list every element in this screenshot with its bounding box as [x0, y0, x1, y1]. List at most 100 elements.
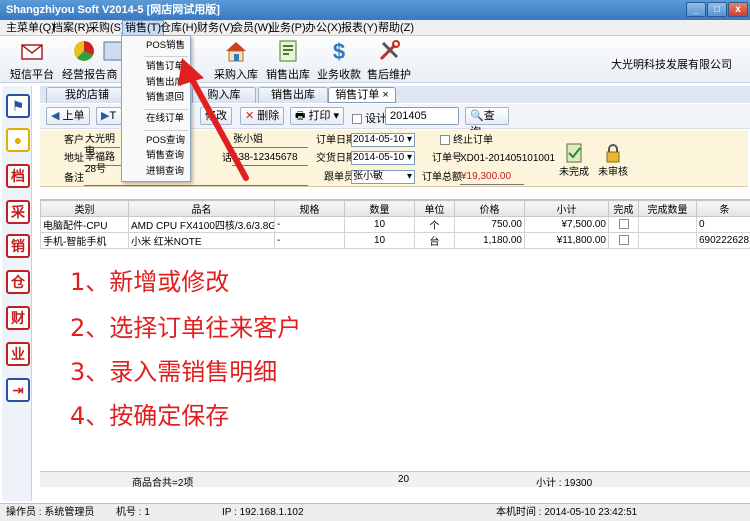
close-window-button[interactable]: x — [728, 2, 748, 17]
col-qty[interactable]: 数量 — [344, 200, 415, 217]
col-spec[interactable]: 规格 — [274, 200, 345, 217]
stop-order-checkbox[interactable] — [440, 135, 450, 146]
done-checkbox[interactable] — [618, 235, 629, 246]
delete-x-icon: ✕ — [245, 110, 255, 122]
sales-icon[interactable]: 销 — [6, 234, 30, 258]
sms-platform-button[interactable]: 短信平台 — [4, 38, 60, 82]
sales-outbound-button[interactable]: 销售出库 — [260, 38, 316, 82]
tools-icon — [379, 40, 400, 61]
menu-item-online-order[interactable]: 在线订单 — [146, 113, 184, 125]
menu-item-pos-query[interactable]: POS查询 — [146, 135, 185, 147]
remark-label: 备注 — [64, 173, 84, 184]
sales-dropdown-menu: POS销售 销售订单 销售出库 销售退回 在线订单 POS查询 销售查询 进销查… — [121, 35, 191, 182]
menu-separator — [144, 109, 188, 110]
print-button[interactable]: 🖶 打印 ▾ — [290, 107, 345, 125]
maker-select[interactable]: 张小敏 ▾ — [351, 170, 415, 184]
search-button[interactable]: 🔍查询 — [465, 107, 509, 138]
close-tab-icon[interactable]: × — [382, 89, 388, 101]
prev-record-button[interactable]: ◀ 上单 — [46, 107, 90, 125]
qty-total: 20 — [398, 474, 410, 485]
order-no-value: XD01-201405101001 — [460, 153, 556, 164]
exit-icon[interactable]: ⇥ — [6, 378, 30, 402]
finance-icon[interactable]: 财 — [6, 306, 30, 330]
col-name[interactable]: 品名 — [128, 200, 275, 217]
total-label: 订单总额 — [422, 172, 462, 183]
flag-icon[interactable]: ⚑ — [6, 94, 30, 118]
archive-icon[interactable]: 档 — [6, 164, 30, 188]
menu-item-pos-sales[interactable]: POS销售 — [146, 40, 185, 52]
col-category[interactable]: 类别 — [40, 200, 129, 217]
menu-item-sales-outbound[interactable]: 销售出库 — [146, 77, 184, 89]
done-checkbox[interactable] — [618, 219, 629, 230]
menu-item-sales-return[interactable]: 销售退回 — [146, 92, 184, 104]
subtotal-total: 小计 : 19300 — [536, 478, 593, 489]
after-sales-button[interactable]: 售后维护 — [361, 38, 417, 82]
unfinished-status[interactable]: 未完成 — [557, 142, 591, 179]
remark-field[interactable] — [84, 172, 308, 186]
maker-label: 跟单员 — [324, 172, 354, 183]
business-receipt-button[interactable]: $ 业务收款 — [311, 38, 367, 82]
modify-button[interactable]: 修改 — [200, 107, 232, 125]
address-field[interactable]: 幸福路28号 — [84, 152, 122, 175]
menu-item-sales-query[interactable]: 销售查询 — [146, 150, 184, 162]
design-checkbox[interactable] — [352, 114, 362, 125]
menu-warehouse[interactable]: 仓库(H) — [160, 21, 197, 35]
menu-item-sales-order[interactable]: 销售订单 — [146, 61, 184, 73]
lightbulb-icon[interactable]: ● — [6, 128, 30, 152]
menu-help[interactable]: 帮助(Z) — [378, 21, 414, 35]
total-value: ¥19,300.00 — [460, 171, 524, 185]
warehouse-icon[interactable]: 仓 — [6, 270, 30, 294]
menu-archive[interactable]: 档案(R) — [52, 21, 89, 35]
menu-purchase[interactable]: 采购(S) — [88, 21, 125, 35]
note-step-2: 2、选择订单往来客户 — [70, 314, 302, 342]
chevron-down-icon: ▾ — [406, 152, 412, 163]
col-subtotal[interactable]: 小计 — [524, 200, 609, 217]
customer-field[interactable]: 大光明电 — [84, 134, 120, 157]
machine-status: 机号 : 1 — [116, 507, 150, 518]
col-barcode[interactable]: 条 — [696, 200, 750, 217]
menu-member[interactable]: 会员(W) — [232, 21, 272, 35]
menu-sales[interactable]: 销售(T) — [122, 20, 165, 36]
tab-purchase-inbound[interactable]: 购入库 — [192, 87, 256, 103]
menu-business[interactable]: 业务(P) — [269, 21, 306, 35]
col-done[interactable]: 完成 — [608, 200, 639, 217]
phone-label: 话 — [222, 153, 232, 164]
menu-report[interactable]: 报表(Y) — [341, 21, 378, 35]
deal-date-label: 交货日期 — [316, 153, 356, 164]
contact-field[interactable]: 张小姐 — [232, 134, 308, 148]
arrow-left-icon: ◀ — [51, 110, 60, 122]
status-bar: 操作员 : 系统管理员 机号 : 1 IP : 192.168.1.102 本机… — [0, 503, 750, 521]
maximize-button[interactable]: □ — [707, 2, 727, 17]
business-icon[interactable]: 业 — [6, 342, 30, 366]
unaudited-status[interactable]: 未审核 — [596, 142, 630, 179]
table-row[interactable]: 手机-智能手机 小米 红米NOTE - 10 台 1,180.00 ¥11,80… — [40, 232, 750, 249]
col-price[interactable]: 价格 — [454, 200, 525, 217]
tab-sales-order[interactable]: 销售订单 × — [328, 87, 396, 103]
menu-main[interactable]: 主菜单(Q) — [6, 21, 55, 35]
menu-finance[interactable]: 财务(V) — [197, 21, 234, 35]
col-done-qty[interactable]: 完成数量 — [638, 200, 697, 217]
ip-status: IP : 192.168.1.102 — [222, 507, 304, 518]
ledger-icon — [279, 40, 297, 62]
phone-field[interactable]: 138-12345678 — [232, 152, 308, 166]
table-row[interactable]: 电脑配件-CPU AMD CPU FX4100四核/3.6/3.8GHz/ - … — [40, 216, 750, 233]
delete-button[interactable]: ✕ 删除 — [240, 107, 285, 125]
search-icon: 🔍 — [470, 110, 484, 122]
design-toggle[interactable]: 设计 — [352, 110, 387, 126]
order-date-label: 订单日期 — [316, 135, 356, 146]
menu-item-inout-query[interactable]: 进销查询 — [146, 166, 184, 178]
purchase-icon[interactable]: 采 — [6, 200, 30, 224]
search-input[interactable]: 201405 — [385, 107, 459, 125]
stop-order-toggle[interactable]: 终止订单 — [440, 134, 493, 147]
menu-office[interactable]: 办公(X) — [305, 21, 342, 35]
minimize-button[interactable]: _ — [686, 2, 706, 17]
operator-status: 操作员 : 系统管理员 — [6, 507, 95, 518]
order-date-select[interactable]: 2014-05-10 ▾ — [351, 133, 415, 147]
tab-sales-outbound[interactable]: 销售出库 — [258, 87, 328, 103]
col-unit[interactable]: 单位 — [414, 200, 455, 217]
order-no-label: 订单号 — [432, 153, 462, 164]
tab-my-store[interactable]: 我的店铺 — [46, 87, 128, 103]
next-record-button[interactable]: ▶T — [96, 107, 122, 125]
deal-date-select[interactable]: 2014-05-10 ▾ — [351, 151, 415, 165]
purchase-inbound-button[interactable]: 采购入库 — [208, 38, 264, 82]
